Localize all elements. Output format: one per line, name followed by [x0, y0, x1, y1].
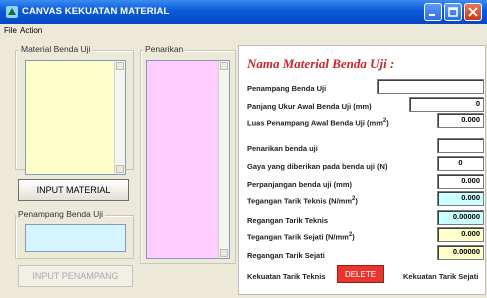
title-bar[interactable]: CANVAS KEKUATAN MATERIAL: [0, 0, 487, 24]
gaya-value-field[interactable]: 0: [437, 156, 484, 171]
tegangan-sejati-label-suffix: ): [352, 232, 355, 242]
material-group-label: Material Benda Uji: [19, 44, 93, 54]
tegangan-teknis-label-text: Tegangan Tarik Teknis (N/mm: [247, 196, 353, 206]
minimize-button[interactable]: [424, 3, 442, 21]
tegangan-teknis-value-field[interactable]: 0.000: [437, 191, 484, 206]
penarikan-group-label: Penarikan: [143, 44, 186, 54]
close-button[interactable]: [464, 3, 482, 21]
luas-label: Luas Penampang Awal Benda Uji (mm2): [247, 118, 389, 128]
kekuatan-sejati-label: Kekuatan Tarik Sejati: [403, 272, 479, 281]
regangan-teknis-label: Regangan Tarik Teknis: [247, 216, 328, 225]
penampang-field[interactable]: [25, 224, 126, 252]
delete-button[interactable]: DELETE: [337, 265, 384, 283]
penampang-group-label: Penampang Benda Uji: [16, 209, 106, 219]
maximize-icon: [448, 7, 458, 17]
penarikan-label: Penarikan benda uji: [247, 144, 318, 153]
regangan-teknis-value-field[interactable]: 0.00000: [437, 210, 484, 225]
scroll-down-icon[interactable]: [220, 249, 228, 257]
material-list[interactable]: [25, 60, 126, 175]
panjang-label: Panjang Ukur Awal Benda Uji (mm): [247, 102, 372, 111]
scroll-up-icon[interactable]: [116, 62, 124, 70]
material-detail-panel: Nama Material Benda Uji : Penampang Bend…: [238, 45, 486, 295]
tegangan-sejati-label-text: Tegangan Tarik Sejati (N/mm: [247, 232, 349, 242]
tegangan-teknis-label-suffix: ): [355, 196, 358, 206]
penampang-label: Penampang Benda Uji: [247, 84, 327, 93]
penarikan-list[interactable]: [146, 60, 230, 259]
perpanjangan-value-field[interactable]: 0.000: [437, 174, 484, 189]
kekuatan-teknis-label: Kekuatan Tarik Teknis: [247, 272, 326, 281]
penarikan-list-scrollbar[interactable]: [218, 61, 229, 258]
panjang-value-field[interactable]: 0: [409, 97, 484, 112]
maximize-button[interactable]: [444, 3, 462, 21]
scroll-up-icon[interactable]: [220, 62, 228, 70]
gaya-label: Gaya yang diberikan pada benda uji (N): [247, 162, 388, 171]
menu-action[interactable]: Action: [20, 26, 42, 35]
scroll-down-icon[interactable]: [116, 165, 124, 173]
input-material-button[interactable]: INPUT MATERIAL: [18, 179, 129, 201]
penarikan-value-field[interactable]: [437, 138, 484, 153]
luas-value-field[interactable]: 0.000: [437, 113, 484, 128]
menu-bar: File Action: [0, 24, 487, 37]
app-icon: [6, 6, 18, 18]
close-icon: [468, 7, 478, 17]
input-penampang-button[interactable]: INPUT PENAMPANG: [18, 265, 133, 287]
regangan-sejati-value-field[interactable]: 0.00000: [437, 245, 484, 260]
minimize-icon: [429, 14, 435, 16]
luas-label-text: Luas Penampang Awal Benda Uji (mm: [247, 118, 383, 128]
regangan-sejati-label: Regangan Tarik Sejati: [247, 251, 325, 260]
window-title: CANVAS KEKUATAN MATERIAL: [22, 6, 170, 17]
tegangan-sejati-value-field[interactable]: 0.000: [437, 227, 484, 242]
tegangan-teknis-label: Tegangan Tarik Teknis (N/mm2): [247, 196, 358, 206]
perpanjangan-label: Perpanjangan benda uji (mm): [247, 180, 353, 189]
material-list-scrollbar[interactable]: [114, 61, 125, 174]
panel-title: Nama Material Benda Uji :: [247, 56, 395, 71]
tegangan-sejati-label: Tegangan Tarik Sejati (N/mm2): [247, 232, 355, 242]
luas-label-suffix: ): [386, 118, 389, 128]
menu-file[interactable]: File: [4, 26, 17, 35]
penampang-value-field[interactable]: [377, 79, 484, 94]
